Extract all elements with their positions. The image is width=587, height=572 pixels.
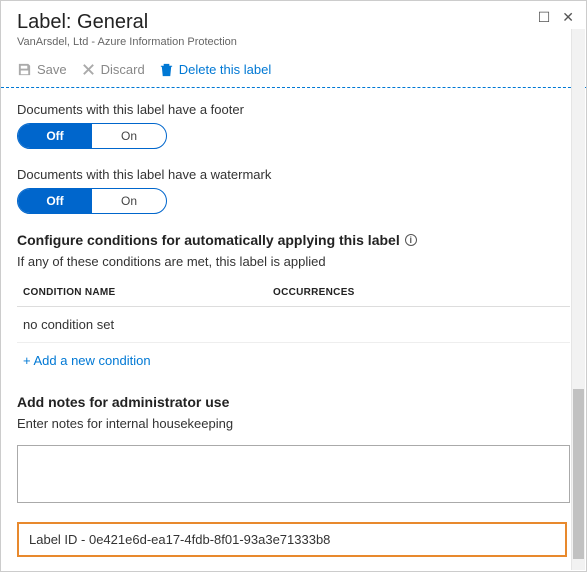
save-button[interactable]: Save [17,62,67,77]
maximize-icon[interactable]: ☐ [538,9,551,26]
save-label: Save [37,62,67,77]
scrollbar[interactable] [571,29,585,570]
trash-icon [159,62,174,77]
footer-toggle[interactable]: Off On [17,123,167,149]
discard-icon [81,62,96,77]
info-icon[interactable]: i [405,234,417,246]
panel-header: Label: General VanArsdel, Ltd - Azure In… [1,1,586,54]
notes-heading: Add notes for administrator use [17,394,570,410]
content-area: Documents with this label have a footer … [1,88,586,568]
watermark-option-label: Documents with this label have a waterma… [17,167,570,182]
watermark-toggle-on[interactable]: On [92,189,166,213]
discard-label: Discard [101,62,145,77]
col-condition-name: CONDITION NAME [23,287,273,298]
conditions-helper: If any of these conditions are met, this… [17,254,570,269]
footer-toggle-off[interactable]: Off [18,124,92,148]
conditions-empty-row: no condition set [17,307,570,343]
close-icon[interactable]: ✕ [562,9,574,26]
conditions-heading-text: Configure conditions for automatically a… [17,232,400,248]
save-icon [17,62,32,77]
toolbar: Save Discard Delete this label [1,54,586,88]
watermark-toggle-off[interactable]: Off [18,189,92,213]
panel-subtitle: VanArsdel, Ltd - Azure Information Prote… [17,36,570,48]
footer-option-label: Documents with this label have a footer [17,102,570,117]
discard-button[interactable]: Discard [81,62,145,77]
conditions-heading: Configure conditions for automatically a… [17,232,570,248]
delete-label-button[interactable]: Delete this label [159,62,272,77]
add-condition-link[interactable]: + Add a new condition [17,343,570,378]
notes-textarea[interactable] [17,445,570,503]
scrollbar-thumb[interactable] [573,389,584,559]
col-occurrences: OCCURRENCES [273,287,564,298]
delete-label-text: Delete this label [179,62,272,77]
conditions-table-header: CONDITION NAME OCCURRENCES [17,279,570,307]
label-id-box: Label ID - 0e421e6d-ea17-4fdb-8f01-93a3e… [17,522,567,557]
panel-title: Label: General [17,11,570,34]
footer-toggle-on[interactable]: On [92,124,166,148]
notes-helper: Enter notes for internal housekeeping [17,416,570,431]
watermark-toggle[interactable]: Off On [17,188,167,214]
